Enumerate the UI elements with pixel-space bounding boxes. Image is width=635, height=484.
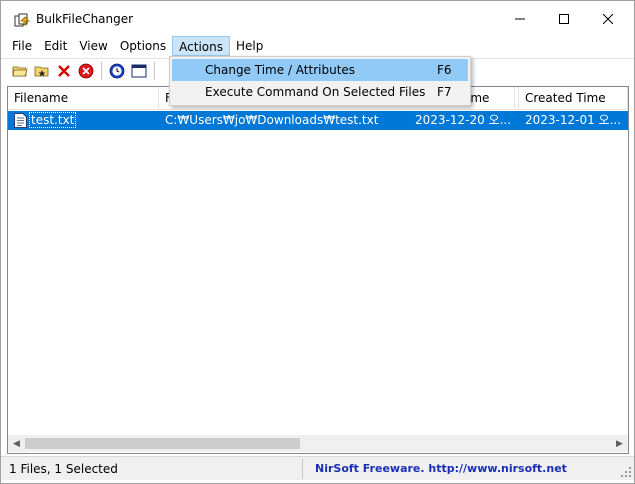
clear-all-icon[interactable]	[75, 60, 97, 82]
scrollbar-thumb[interactable]	[25, 438, 300, 449]
scroll-right-icon[interactable]: ▶	[611, 435, 628, 452]
app-window: BulkFileChanger File Edit View Options A…	[0, 0, 635, 484]
text-file-icon	[14, 113, 27, 128]
cell-full-path: C:₩Users₩jo₩Downloads₩test.txt	[165, 113, 379, 127]
close-button[interactable]	[585, 1, 631, 37]
menu-item-shortcut: F6	[437, 63, 452, 77]
toolbar-separator	[154, 61, 155, 80]
open-folder-icon[interactable]	[9, 60, 31, 82]
minimize-button[interactable]	[497, 1, 543, 37]
nirsoft-link[interactable]: NirSoft Freeware. http://www.nirsoft.net	[315, 459, 567, 479]
properties-icon[interactable]	[128, 60, 150, 82]
cell-modified-time: 2023-12-20 오...	[415, 113, 512, 127]
status-bar: 1 Files, 1 Selected NirSoft Freeware. ht…	[1, 456, 634, 480]
app-icon	[14, 12, 30, 28]
change-time-icon[interactable]	[106, 60, 128, 82]
scroll-left-icon[interactable]: ◀	[8, 435, 25, 452]
file-list[interactable]: Filename F ime Created Time test.txt C:₩…	[7, 86, 629, 454]
add-folder-icon[interactable]	[31, 60, 53, 82]
menu-item-execute-command[interactable]: Execute Command On Selected Files F7	[172, 81, 468, 103]
menu-item-label: Execute Command On Selected Files	[205, 85, 426, 99]
column-header-created-time[interactable]: Created Time	[519, 87, 628, 110]
menu-bar: File Edit View Options Actions Help	[1, 35, 634, 57]
menu-actions[interactable]: Actions	[172, 36, 230, 56]
menu-item-label: Change Time / Attributes	[205, 63, 356, 77]
menu-item-change-time-attributes[interactable]: Change Time / Attributes F6	[172, 59, 468, 81]
menu-file[interactable]: File	[6, 36, 38, 56]
table-row[interactable]: test.txt C:₩Users₩jo₩Downloads₩test.txt …	[8, 111, 628, 130]
toolbar-separator	[101, 61, 102, 80]
actions-dropdown-menu: Change Time / Attributes F6 Execute Comm…	[169, 56, 471, 106]
title-bar[interactable]: BulkFileChanger	[1, 1, 634, 37]
window-title: BulkFileChanger	[36, 12, 134, 26]
cell-created-time: 2023-12-01 오...	[525, 113, 622, 127]
menu-edit[interactable]: Edit	[38, 36, 73, 56]
column-header-filename[interactable]: Filename	[8, 87, 159, 110]
maximize-button[interactable]	[541, 1, 587, 37]
status-selection-count: 1 Files, 1 Selected	[3, 459, 303, 479]
cell-filename: test.txt	[29, 112, 77, 128]
menu-item-shortcut: F7	[437, 85, 452, 99]
resize-grip-icon[interactable]	[621, 467, 631, 477]
horizontal-scrollbar[interactable]: ◀ ▶	[8, 435, 628, 452]
menu-help[interactable]: Help	[230, 36, 269, 56]
menu-options[interactable]: Options	[114, 36, 172, 56]
menu-view[interactable]: View	[73, 36, 113, 56]
remove-icon[interactable]	[53, 60, 75, 82]
